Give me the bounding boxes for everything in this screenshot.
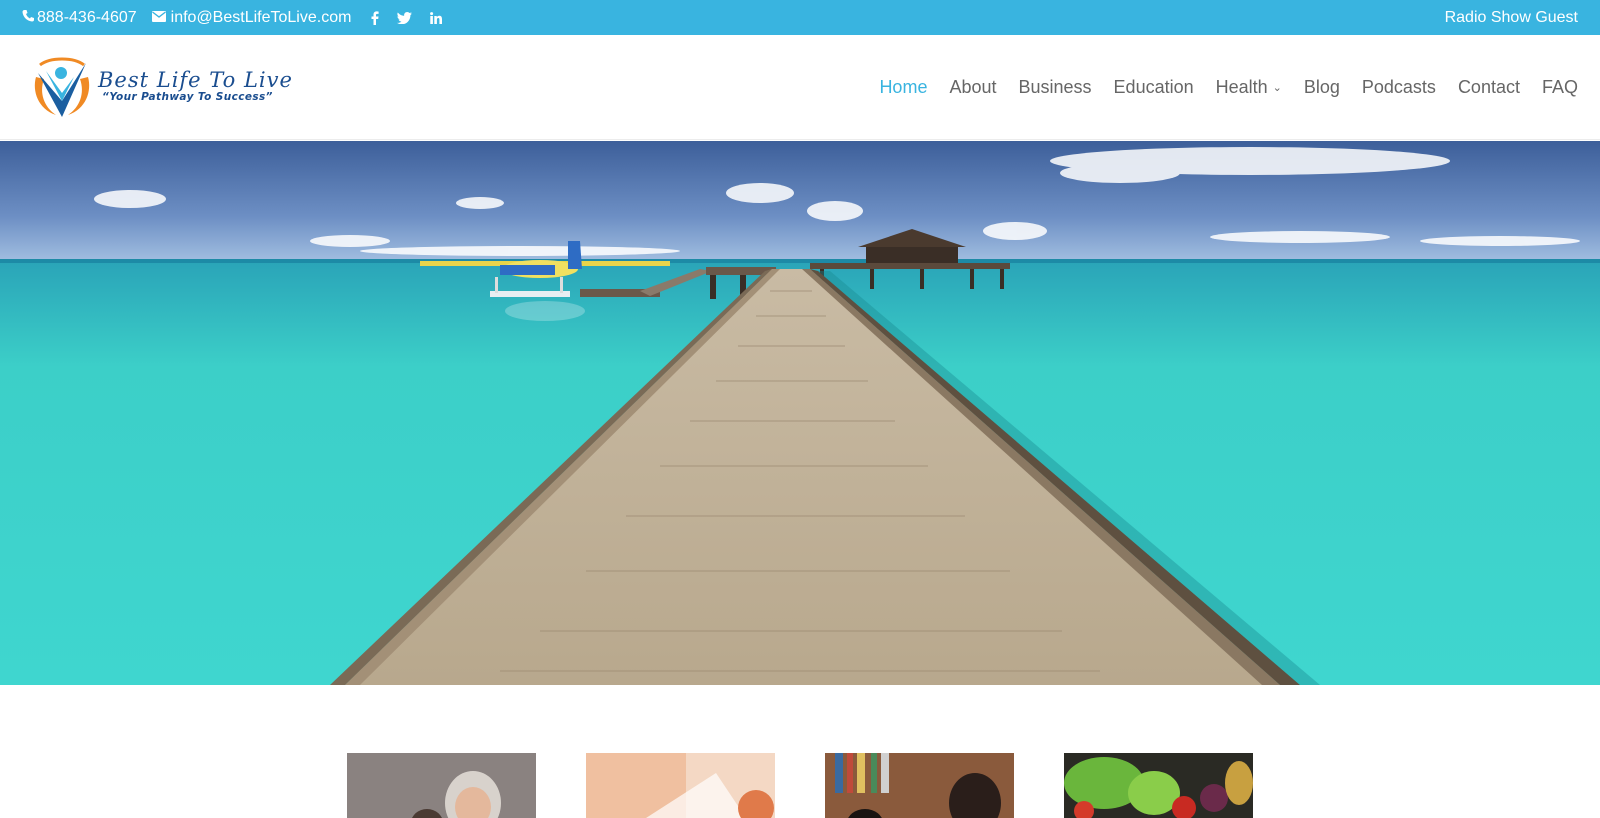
top-bar: 888-436-4607 info@BestLifeToLive.com Rad…: [0, 0, 1600, 35]
nav-blog[interactable]: Blog: [1304, 77, 1340, 98]
hero-image: [0, 141, 1600, 685]
envelope-icon: [151, 9, 166, 27]
contact-info: 888-436-4607 info@BestLifeToLive.com: [22, 0, 443, 35]
facebook-icon[interactable]: [371, 0, 380, 35]
medical-thumbnail[interactable]: [586, 753, 775, 818]
vegetables-thumbnail[interactable]: [1064, 753, 1253, 818]
social-links: [371, 0, 443, 35]
logo-icon: [34, 57, 90, 117]
email-address: info@BestLifeToLive.com: [170, 8, 352, 26]
nav-about[interactable]: About: [949, 77, 996, 98]
logo-tagline: “Your Pathway To Success”: [102, 91, 273, 103]
twitter-icon[interactable]: [397, 0, 413, 35]
site-logo[interactable]: Best Life To Live “Your Pathway To Succe…: [30, 57, 293, 119]
email-link[interactable]: info@BestLifeToLive.com: [151, 8, 352, 27]
feature-thumbnails: [347, 753, 1253, 818]
nav-health-label: Health: [1215, 77, 1268, 97]
chevron-down-icon: ⌄: [1272, 82, 1282, 94]
logo-name: Best Life To Live: [98, 68, 293, 92]
phone-icon: [22, 9, 34, 27]
nav-health[interactable]: Health ⌄: [1216, 77, 1282, 98]
nav-contact[interactable]: Contact: [1458, 77, 1520, 98]
senior-woman-thumbnail[interactable]: [347, 753, 536, 818]
students-thumbnail[interactable]: [825, 753, 1014, 818]
radio-show-guest-link[interactable]: Radio Show Guest: [1445, 0, 1578, 35]
nav-home[interactable]: Home: [879, 77, 927, 98]
phone-link[interactable]: 888-436-4607: [22, 9, 137, 27]
site-header: Best Life To Live “Your Pathway To Succe…: [0, 35, 1600, 140]
phone-number: 888-436-4607: [37, 8, 137, 26]
nav-education[interactable]: Education: [1114, 77, 1194, 98]
linkedin-icon[interactable]: [430, 0, 443, 35]
nav-business[interactable]: Business: [1019, 77, 1092, 98]
main-nav: Home About Business Education Health ⌄ Bl…: [857, 35, 1578, 140]
nav-podcasts[interactable]: Podcasts: [1362, 77, 1436, 98]
nav-faq[interactable]: FAQ: [1542, 77, 1578, 98]
